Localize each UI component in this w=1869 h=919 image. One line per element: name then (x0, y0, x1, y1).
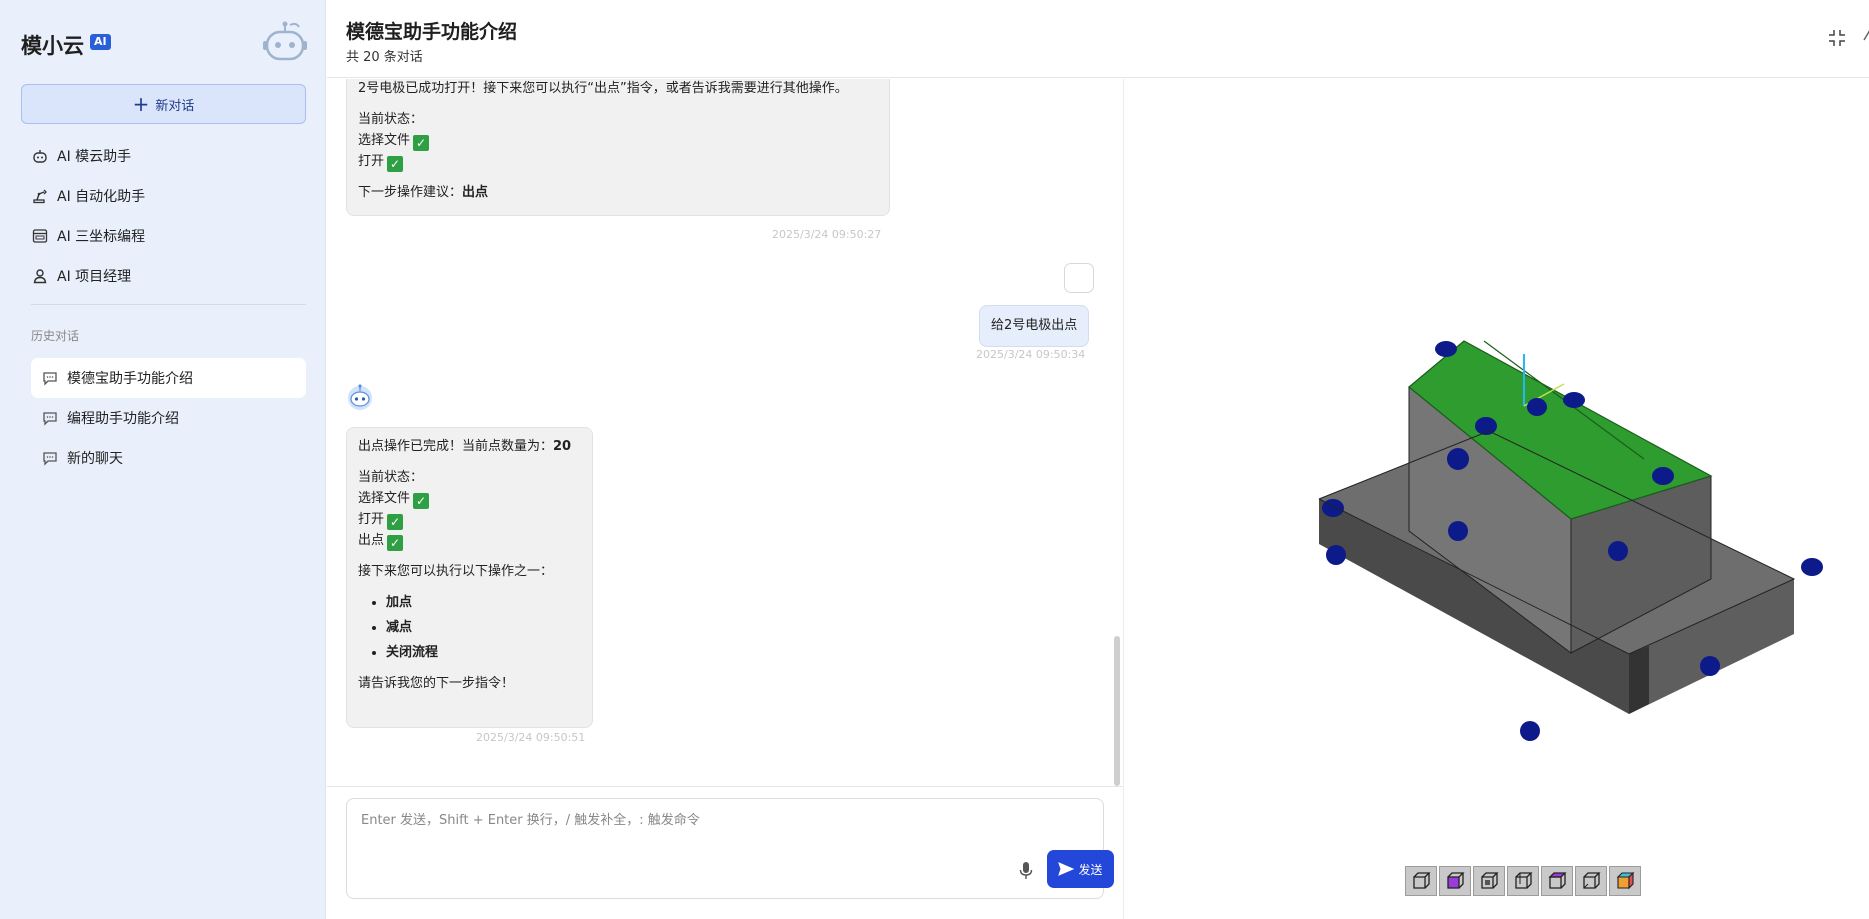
bot-avatar-icon (348, 384, 372, 410)
sidebar-item-cloud-assistant[interactable]: AI 模云助手 (21, 136, 306, 176)
timestamp: 2025/3/24 09:50:34 (976, 348, 1086, 361)
chat-scrollbar[interactable] (1114, 636, 1120, 786)
sidebar-item-label: AI 三坐标编程 (57, 229, 146, 245)
conversation-count: 共 20 条对话 (346, 50, 423, 65)
assistant-nav: AI 模云助手 AI 自动化助手 AI 三坐标编程 AI 项目经理 (21, 136, 306, 296)
robot-icon (33, 150, 47, 163)
new-chat-button[interactable]: + 新对话 (21, 84, 306, 124)
next-step: 下一步操作建议：出点 (358, 185, 489, 200)
view-front-icon (1413, 872, 1431, 889)
list-item: 减点 (386, 615, 581, 640)
closing-text: 请告诉我您的下一步指令！ (358, 676, 515, 691)
user-message: 给2号电极出点 (979, 305, 1090, 347)
view-right-button[interactable] (1473, 866, 1505, 896)
sidebar: 模小云 AI + 新对话 AI 模云助手 AI 自动化助手 AI 三坐标编程 A… (0, 0, 326, 919)
timestamp: 2025/3/24 09:50:27 (772, 228, 882, 241)
view-back-icon (1515, 872, 1533, 889)
message-input[interactable] (361, 809, 1081, 849)
view-top-icon (1447, 872, 1465, 889)
chat-bubble-icon (43, 452, 57, 466)
check-icon: ✓ (413, 135, 430, 151)
history-item-label: 编程助手功能介绍 (67, 411, 179, 427)
view-iso-button[interactable] (1609, 866, 1641, 896)
status-title: 当前状态： (358, 470, 424, 485)
status-line: 出点 ✓ (358, 530, 581, 551)
send-label: 发送 (1078, 862, 1103, 877)
history-item[interactable]: 新的聊天 (31, 438, 306, 478)
view-top-button[interactable] (1439, 866, 1471, 896)
sidebar-item-automation-assistant[interactable]: AI 自动化助手 (21, 176, 306, 216)
partial-icon (1863, 30, 1869, 41)
robotic-arm-icon (33, 189, 47, 204)
sidebar-item-label: AI 模云助手 (57, 149, 132, 165)
chat-header: 模德宝助手功能介绍 共 20 条对话 (327, 0, 1869, 78)
page-title: 模德宝助手功能介绍 (346, 21, 518, 43)
status-line: 选择文件 ✓ (358, 488, 581, 509)
bot-message: 出点操作已完成！当前点数量为：20 当前状态： 选择文件 ✓ 打开 ✓ 出点 ✓ 接下… (346, 427, 593, 728)
view-front-button[interactable] (1405, 866, 1437, 896)
history-title: 历史对话 (31, 329, 80, 343)
brand-name: 模小云 (21, 34, 84, 58)
user-avatar (1064, 263, 1094, 293)
options-list: 加点 减点 关闭流程 (358, 590, 581, 665)
check-icon: ✓ (387, 514, 404, 530)
history-item-label: 新的聊天 (67, 451, 123, 467)
view-iso-icon (1616, 871, 1635, 890)
cmm-icon (32, 229, 48, 243)
electrode-3d-model[interactable] (1124, 79, 1869, 919)
bot-message: 2号电极已成功打开！接下来您可以执行“出点”指令，或者告诉我需要进行其他操作。 … (346, 79, 890, 216)
status-line: 打开 ✓ (358, 151, 878, 172)
chat-messages: 2号电极已成功打开！接下来您可以执行“出点”指令，或者告诉我需要进行其他操作。 … (327, 79, 1123, 785)
options-title: 接下来您可以执行以下操作之一： (358, 564, 554, 579)
model-viewer[interactable] (1123, 79, 1869, 919)
divider (31, 304, 306, 305)
view-back-button[interactable] (1507, 866, 1539, 896)
history-item-label: 模德宝助手功能介绍 (67, 371, 193, 387)
chat-bubble-icon (43, 412, 57, 426)
view-toolbar (1405, 866, 1641, 896)
send-icon (1058, 862, 1075, 876)
microphone-icon[interactable] (1018, 861, 1034, 881)
message-input-box: 发送 (346, 798, 1114, 899)
composer: 发送 (327, 786, 1123, 919)
check-icon: ✓ (387, 535, 404, 551)
user-icon (33, 269, 47, 284)
view-bottom-button[interactable] (1541, 866, 1573, 896)
status-line: 打开 ✓ (358, 509, 581, 530)
list-item: 关闭流程 (386, 640, 581, 665)
sidebar-item-cmm-programming[interactable]: AI 三坐标编程 (21, 216, 306, 256)
view-left-button[interactable] (1575, 866, 1607, 896)
view-right-icon (1481, 872, 1499, 889)
sidebar-item-project-manager[interactable]: AI 项目经理 (21, 256, 306, 296)
status-line: 选择文件 ✓ (358, 130, 878, 151)
message-text: 2号电极已成功打开！接下来您可以执行“出点”指令，或者告诉我需要进行其他操作。 (358, 81, 848, 96)
check-icon: ✓ (413, 493, 430, 509)
ai-badge: AI (90, 34, 111, 50)
list-item: 加点 (386, 590, 581, 615)
sidebar-item-label: AI 项目经理 (57, 269, 132, 285)
message-text: 出点操作已完成！当前点数量为：20 (358, 439, 572, 454)
point-count: 20 (553, 439, 572, 454)
new-chat-label: 新对话 (155, 98, 195, 114)
robot-mascot-icon (263, 21, 307, 61)
status-title: 当前状态： (358, 112, 424, 127)
collapse-icon[interactable] (1828, 29, 1846, 47)
history-item-active[interactable]: 模德宝助手功能介绍 (31, 358, 306, 398)
history-item[interactable]: 编程助手功能介绍 (31, 398, 306, 438)
history-list: 模德宝助手功能介绍 编程助手功能介绍 新的聊天 (31, 358, 306, 478)
send-button[interactable]: 发送 (1047, 850, 1114, 888)
brand: 模小云 AI (21, 30, 111, 60)
check-icon: ✓ (387, 156, 404, 172)
timestamp: 2025/3/24 09:50:51 (476, 731, 586, 744)
view-bottom-icon (1548, 872, 1567, 889)
chat-bubble-icon (43, 372, 57, 386)
plus-icon: + (132, 92, 150, 116)
view-left-icon (1583, 872, 1601, 889)
sidebar-item-label: AI 自动化助手 (57, 189, 146, 205)
